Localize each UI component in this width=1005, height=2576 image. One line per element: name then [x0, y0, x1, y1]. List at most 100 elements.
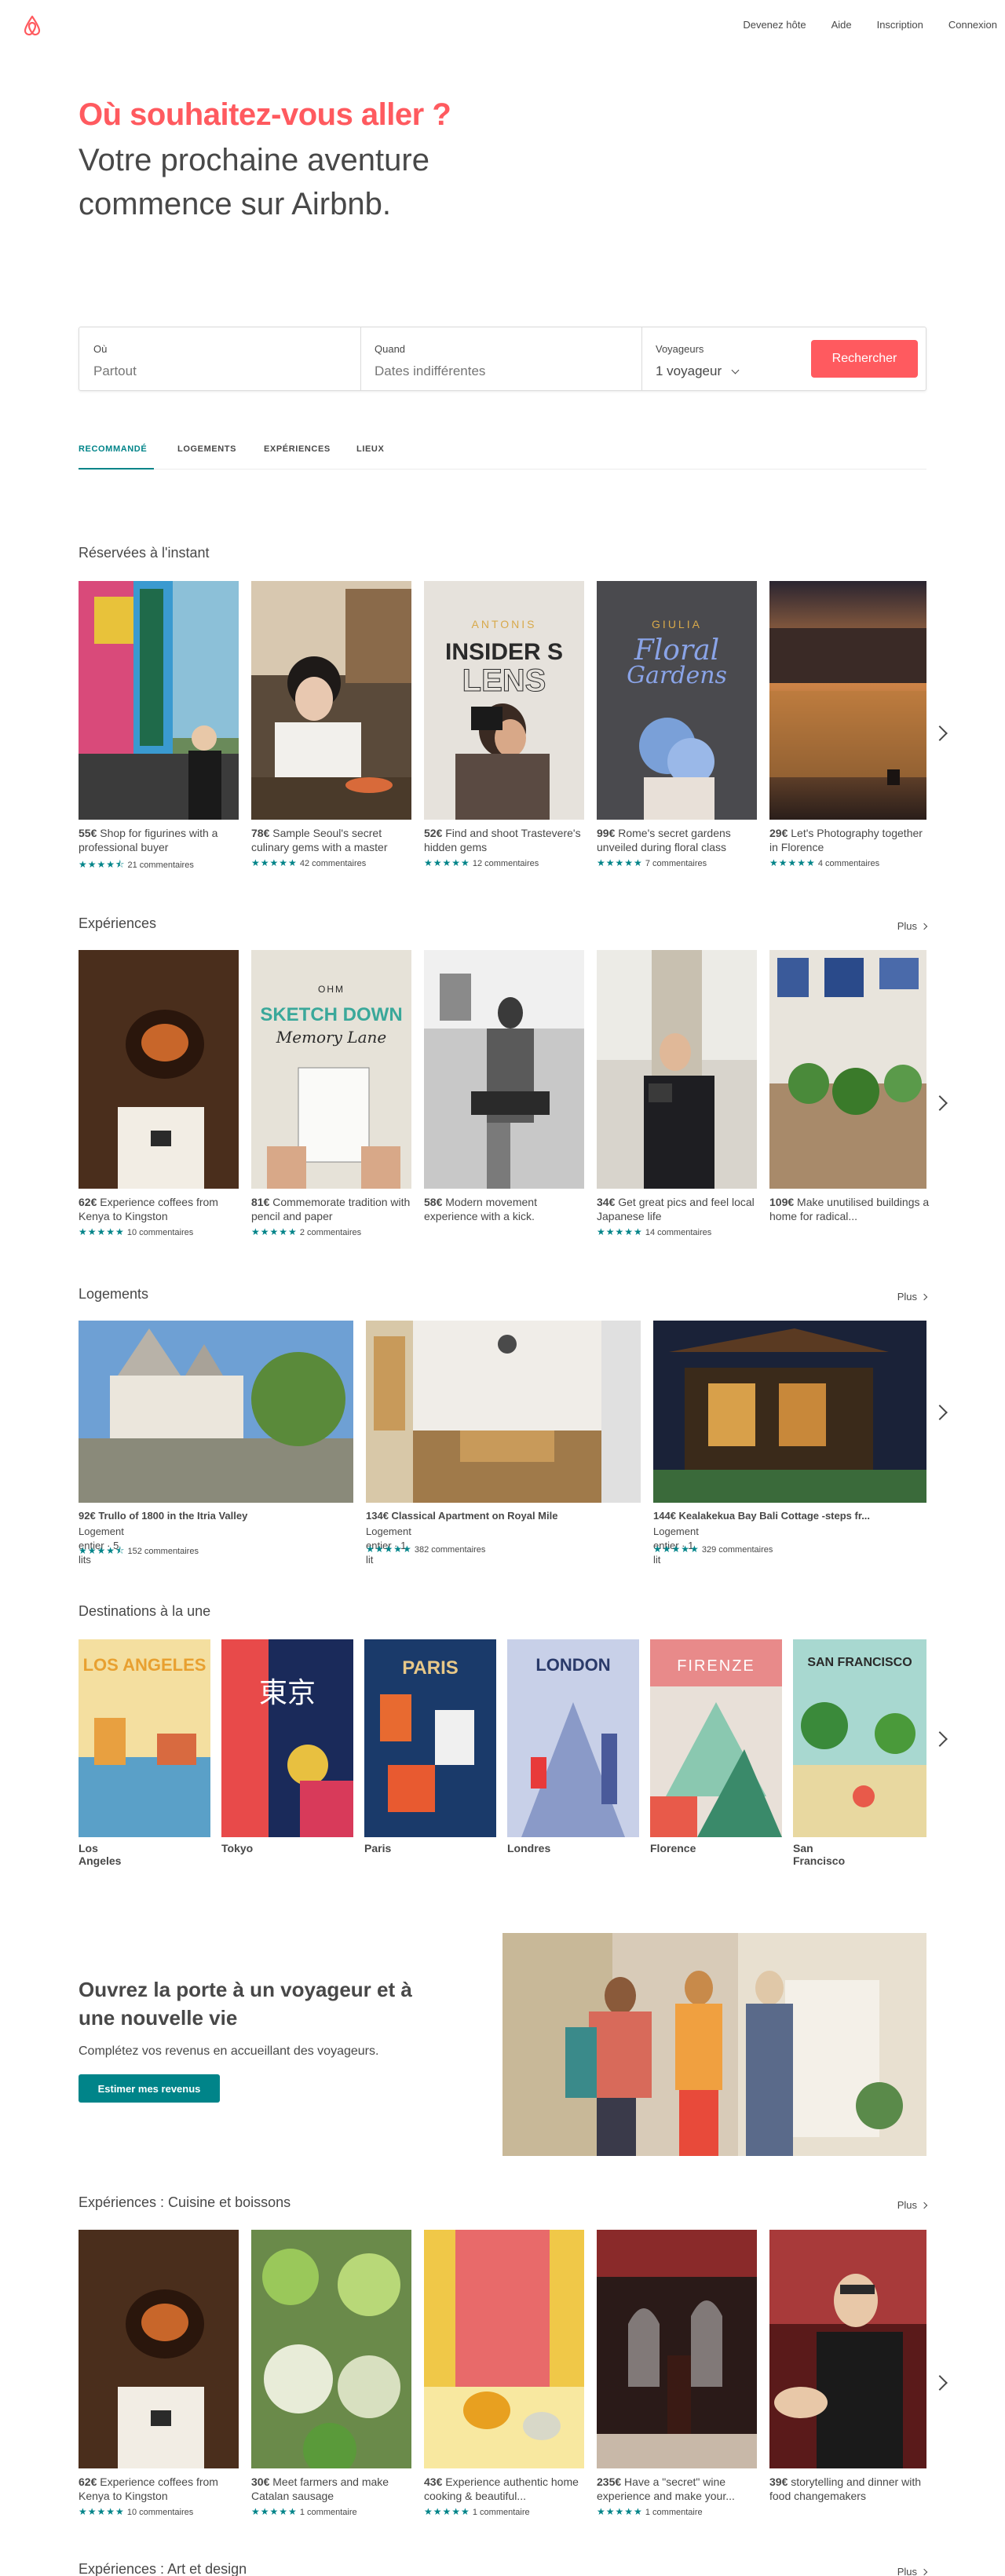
- rating-stars: ★★★★★: [251, 2506, 298, 2517]
- chevron-right-icon: [920, 1293, 928, 1301]
- experience-photo: [79, 2230, 239, 2468]
- rating-stars: ★★★★★: [251, 857, 298, 868]
- homes-row: 92€ Trullo of 1800 in the Itria Valley L…: [79, 1321, 926, 1566]
- experience-photo: [597, 950, 757, 1189]
- tab-recommended[interactable]: RECOMMANDÉ: [79, 444, 154, 470]
- search-button[interactable]: Rechercher: [811, 340, 918, 378]
- rating-stars: ★★★★★: [251, 1226, 298, 1237]
- experience-photo: ANTONIS INSIDER S LENS: [424, 581, 584, 820]
- card-title: Find and shoot Trastevere's hidden gems: [424, 827, 581, 853]
- rating-stars: ★★★★★: [597, 2506, 643, 2517]
- where-field[interactable]: Où Partout: [79, 327, 360, 390]
- card-price: 34€: [597, 1196, 616, 1208]
- carousel-next-icon[interactable]: [932, 725, 948, 741]
- rating-stars: ★★★★★: [79, 1226, 125, 1237]
- carousel-next-icon[interactable]: [932, 1405, 948, 1420]
- card-price: 81€: [251, 1196, 270, 1208]
- review-count: 7 commentaires: [645, 859, 707, 868]
- review-count: 42 commentaires: [299, 859, 367, 868]
- tab-places[interactable]: LIEUX: [356, 444, 384, 470]
- rating-stars: ★★★★⯪: [79, 859, 126, 870]
- destination-poster: FIRENZE: [650, 1639, 782, 1837]
- when-field[interactable]: Quand Dates indifférentes: [360, 327, 641, 390]
- experience-photo: [424, 2230, 584, 2468]
- when-input[interactable]: Dates indifférentes: [375, 364, 485, 379]
- card-title: Trullo of 1800 in the Itria Valley: [98, 1510, 248, 1522]
- host-promo-photo: [502, 1933, 926, 2156]
- experience-photo: [79, 581, 239, 820]
- where-input[interactable]: Partout: [93, 364, 137, 379]
- section-title: Réservées à l'instant: [79, 545, 210, 561]
- guests-select[interactable]: 1 voyageur: [656, 364, 740, 379]
- rating-stars: ★★★★★: [424, 2506, 470, 2517]
- card-price: 62€: [79, 2476, 97, 2488]
- section-title: Expériences : Cuisine et boissons: [79, 2194, 291, 2210]
- guests-field[interactable]: Voyageurs 1 voyageur: [641, 327, 799, 390]
- card-price: 43€: [424, 2476, 443, 2488]
- nav-help[interactable]: Aide: [831, 19, 852, 31]
- host-promo-title: Ouvrez la porte à un voyageur et à une n…: [79, 1978, 412, 2030]
- rating-stars: ★★★★★: [366, 1544, 412, 1555]
- airbnb-logo-icon[interactable]: [20, 14, 44, 42]
- estimate-earnings-button[interactable]: Estimer mes revenus: [79, 2074, 220, 2103]
- nav-signup[interactable]: Inscription: [877, 19, 923, 31]
- card-title: Commemorate tradition with pencil and pa…: [251, 1196, 411, 1222]
- card-price: 30€: [251, 2476, 270, 2488]
- card-price: 62€: [79, 1196, 97, 1208]
- review-count: 1 commentaire: [472, 2508, 530, 2517]
- header: Devenez hôte Aide Inscription Connexion: [0, 0, 1005, 50]
- chevron-right-icon: [920, 2201, 928, 2209]
- card-price: 109€: [769, 1196, 795, 1208]
- card-price: 78€: [251, 827, 270, 839]
- more-label: Plus: [897, 1291, 917, 1303]
- poster-text: PARIS: [402, 1657, 459, 1679]
- carousel-next-icon[interactable]: [932, 2375, 948, 2391]
- carousel-next-icon[interactable]: [932, 1731, 948, 1747]
- home-photo: [653, 1321, 926, 1503]
- poster-text: SAN FRANCISCO: [807, 1656, 912, 1669]
- section-title: Destinations à la une: [79, 1603, 211, 1619]
- review-count: 152 commentaires: [127, 1547, 199, 1556]
- card-title: Make unutilised buildings a home for rad…: [769, 1196, 930, 1222]
- nav-login[interactable]: Connexion: [948, 19, 997, 31]
- card-price: 235€: [597, 2476, 622, 2488]
- tab-homes[interactable]: LOGEMENTS: [177, 444, 236, 470]
- more-link[interactable]: Plus: [897, 920, 928, 932]
- hero-subtitle: Votre prochaine aventure commence sur Ai…: [79, 143, 429, 221]
- section-title: Expériences: [79, 915, 157, 931]
- destination-name: Londres: [507, 1842, 551, 1854]
- experience-photo: [79, 950, 239, 1189]
- destination-poster: LOS ANGELES: [79, 1639, 210, 1837]
- destination-poster: SAN FRANCISCO: [793, 1639, 926, 1837]
- destination-name: Los Angeles: [79, 1842, 122, 1867]
- carousel-next-icon[interactable]: [932, 1095, 948, 1111]
- rating-stars: ★★★★★: [769, 857, 816, 868]
- hero-title: Où souhaitez-vous aller ?: [79, 97, 451, 132]
- card-title: Classical Apartment on Royal Mile: [391, 1510, 558, 1522]
- poster-text: 東京: [259, 1677, 316, 1709]
- rating-stars: ★★★★⯪: [79, 1545, 126, 1556]
- destination-name: San Francisco: [793, 1842, 846, 1867]
- destinations-row: LOS ANGELES Los Angeles 東京 Tokyo PARIS P…: [79, 1639, 926, 1867]
- card-title: Kealakekua Bay Bali Cottage -steps fr...: [678, 1510, 871, 1522]
- poster-text: LONDON: [535, 1655, 610, 1675]
- review-count: 10 commentaires: [126, 1228, 194, 1237]
- more-link[interactable]: Plus: [897, 1291, 928, 1303]
- svg-text:Gardens: Gardens: [627, 662, 727, 689]
- more-link[interactable]: Plus: [897, 2566, 928, 2576]
- rating-stars: ★★★★★: [79, 2506, 125, 2517]
- card-title: Sample Seoul's secret culinary gems with…: [251, 827, 388, 853]
- more-label: Plus: [897, 2199, 917, 2211]
- experience-photo: GIULIA Floral Gardens: [597, 581, 757, 820]
- booked-row: 55€ Shop for figurines with a profession…: [79, 581, 926, 879]
- more-link[interactable]: Plus: [897, 2199, 928, 2211]
- destination-poster: LONDON: [507, 1639, 639, 1837]
- review-count: 1 commentaire: [299, 2508, 357, 2517]
- nav-become-host[interactable]: Devenez hôte: [743, 19, 806, 31]
- tab-experiences[interactable]: EXPÉRIENCES: [264, 444, 331, 470]
- review-count: 12 commentaires: [472, 859, 539, 868]
- card-title: Shop for figurines with a professional b…: [79, 827, 218, 853]
- experience-photo: [251, 2230, 411, 2468]
- chevron-right-icon: [920, 2568, 928, 2576]
- home-photo: [366, 1321, 641, 1503]
